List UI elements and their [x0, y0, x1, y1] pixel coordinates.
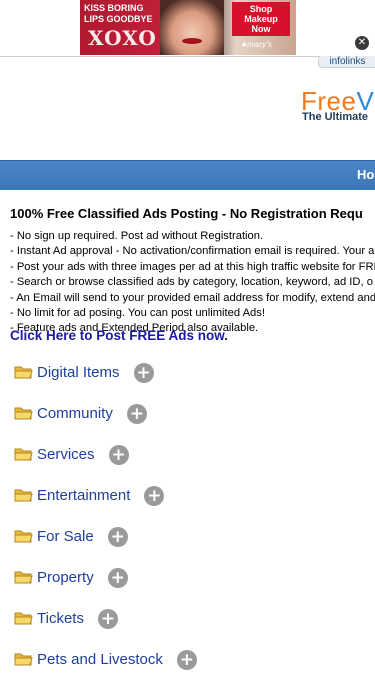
ad-banner-bar: KISS BORING LIPS GOODBYE XOXO Shop Makeu…	[0, 0, 375, 57]
category-label[interactable]: Services	[37, 446, 95, 463]
close-icon[interactable]: ✕	[355, 36, 369, 50]
ad-brand-logo: ★macy's	[240, 40, 272, 49]
nav-bar: Hom	[0, 160, 375, 190]
folder-icon	[14, 407, 33, 420]
feature-item: - Search or browse classified ads by cat…	[10, 276, 373, 289]
folder-icon	[14, 612, 33, 625]
feature-item: - Post your ads with three images per ad…	[10, 260, 375, 273]
expand-plus-icon[interactable]: +	[107, 567, 128, 588]
feature-list: - No sign up required. Post ad without R…	[10, 229, 375, 337]
expand-plus-icon[interactable]: +	[107, 526, 128, 547]
category-item-digital-items[interactable]: Digital Items +	[14, 352, 197, 393]
expand-plus-icon[interactable]: +	[108, 444, 129, 465]
folder-icon	[14, 571, 33, 584]
category-item-property[interactable]: Property +	[14, 557, 197, 598]
category-item-services[interactable]: Services +	[14, 434, 197, 475]
category-label[interactable]: Tickets	[37, 610, 84, 627]
feature-item: - An Email will send to your provided em…	[10, 291, 375, 304]
ad-banner[interactable]: KISS BORING LIPS GOODBYE XOXO Shop Makeu…	[80, 0, 296, 55]
category-label[interactable]: For Sale	[37, 528, 94, 545]
folder-icon	[14, 653, 33, 666]
post-ad-link[interactable]: Click Here to Post FREE Ads now.	[10, 328, 228, 343]
folder-icon	[14, 530, 33, 543]
infolinks-badge[interactable]: infolinks	[318, 56, 375, 68]
ad-headline: KISS BORING LIPS GOODBYE	[84, 3, 153, 24]
category-label[interactable]: Community	[37, 405, 113, 422]
ad-model-image	[160, 0, 224, 55]
expand-plus-icon[interactable]: +	[144, 485, 165, 506]
category-label[interactable]: Entertainment	[37, 487, 130, 504]
site-logo[interactable]: FreeV The Ultimate	[301, 86, 374, 123]
category-item-entertainment[interactable]: Entertainment +	[14, 475, 197, 516]
category-item-community[interactable]: Community +	[14, 393, 197, 434]
expand-plus-icon[interactable]: +	[97, 608, 118, 629]
feature-item: - Instant Ad approval - No activation/co…	[10, 245, 375, 258]
ad-shop-button[interactable]: Shop Makeup Now	[232, 2, 290, 36]
nav-home-link[interactable]: Hom	[357, 167, 375, 182]
folder-icon	[14, 448, 33, 461]
category-label[interactable]: Pets and Livestock	[37, 651, 163, 668]
expand-plus-icon[interactable]: +	[126, 403, 147, 424]
category-item-for-sale[interactable]: For Sale +	[14, 516, 197, 557]
feature-item: - No limit for ad posing. You can post u…	[10, 307, 265, 320]
ad-lips-graphic	[182, 38, 202, 44]
ad-product-name: XOXO	[88, 26, 157, 50]
folder-icon	[14, 489, 33, 502]
feature-item: - No sign up required. Post ad without R…	[10, 230, 264, 242]
category-label[interactable]: Property	[37, 569, 94, 586]
folder-icon	[14, 366, 33, 379]
category-list: Digital Items + Community + Services + E…	[14, 352, 197, 680]
category-item-tickets[interactable]: Tickets +	[14, 598, 197, 639]
page-heading: 100% Free Classified Ads Posting - No Re…	[10, 206, 363, 221]
category-item-pets-and-livestock[interactable]: Pets and Livestock +	[14, 639, 197, 680]
expand-plus-icon[interactable]: +	[133, 362, 154, 383]
category-label[interactable]: Digital Items	[37, 364, 120, 381]
logo-tagline: The Ultimate	[302, 111, 369, 123]
